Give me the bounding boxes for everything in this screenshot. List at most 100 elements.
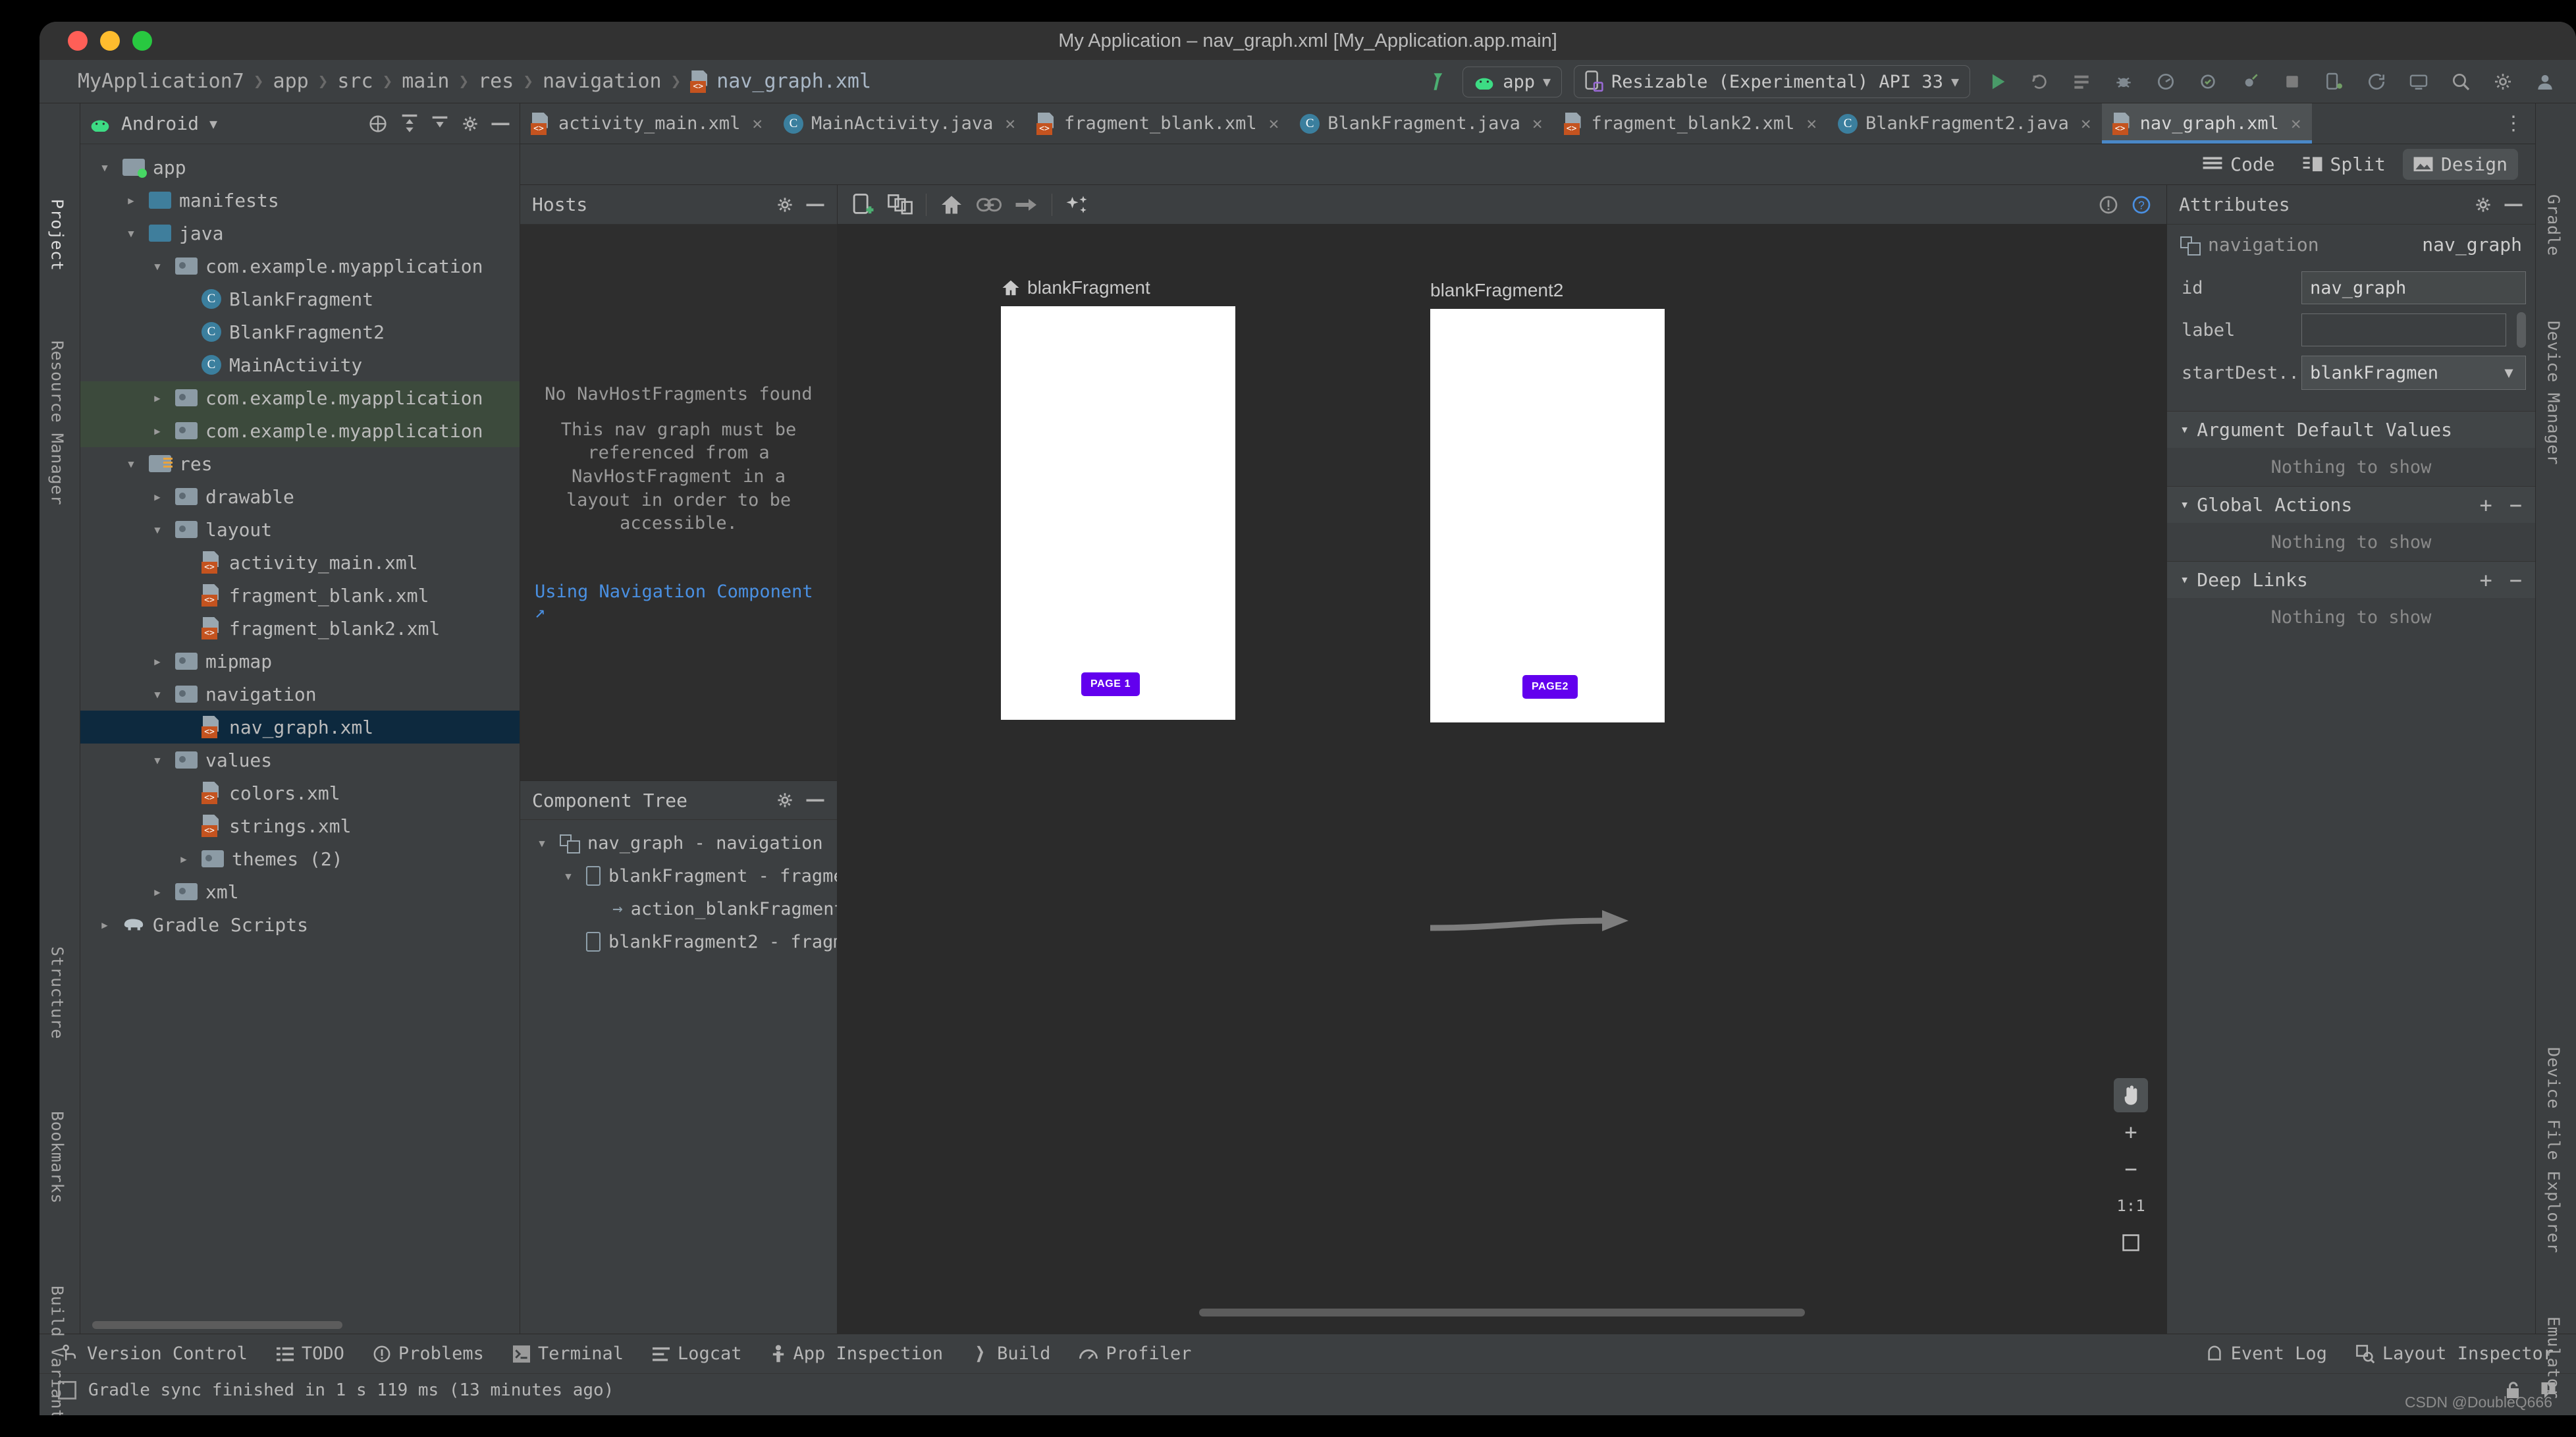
- nested-graph-icon[interactable]: [888, 194, 913, 216]
- view-mode-design[interactable]: Design: [2402, 149, 2518, 180]
- add-deep-link-button[interactable]: +: [2479, 568, 2492, 593]
- tree-row[interactable]: ▸ com.example.myapplication: [80, 414, 520, 447]
- tree-row[interactable]: C MainActivity: [80, 348, 520, 381]
- profile-icon[interactable]: [2151, 67, 2181, 97]
- tree-row[interactable]: <> fragment_blank.xml: [80, 579, 520, 612]
- chevron-right-icon[interactable]: ▸: [121, 191, 141, 209]
- tree-row[interactable]: ▸ themes (2): [80, 842, 520, 875]
- destination-preview[interactable]: PAGE2: [1430, 309, 1665, 722]
- chevron-right-icon[interactable]: ▸: [95, 915, 115, 934]
- tree-row[interactable]: ▾ navigation: [80, 678, 520, 711]
- editor-tab[interactable]: C BlankFragment.java ✕: [1289, 103, 1553, 144]
- tree-row[interactable]: <> activity_main.xml: [80, 546, 520, 579]
- auto-arrange-icon[interactable]: [1065, 194, 1089, 216]
- tree-row[interactable]: C BlankFragment: [80, 283, 520, 315]
- breadcrumb-item-2[interactable]: src: [337, 70, 373, 93]
- chevron-right-icon[interactable]: ▸: [148, 487, 167, 506]
- add-global-action-button[interactable]: +: [2479, 493, 2492, 518]
- destination-preview[interactable]: PAGE 1: [1001, 306, 1235, 720]
- hide-panel-icon[interactable]: [2504, 202, 2523, 208]
- close-icon[interactable]: ✕: [1269, 114, 1279, 134]
- tree-row[interactable]: ▾ java: [80, 217, 520, 250]
- sidebar-item-build-variants[interactable]: Build Variants: [40, 1249, 78, 1415]
- sync-gradle-icon[interactable]: [2361, 67, 2392, 97]
- tool-window-event-log[interactable]: Event Log: [2206, 1343, 2327, 1364]
- tree-row[interactable]: ▸ com.example.myapplication: [80, 381, 520, 414]
- tool-window-terminal[interactable]: Terminal: [512, 1343, 624, 1364]
- avd-manager-icon[interactable]: [2403, 67, 2434, 97]
- project-horizontal-scrollbar[interactable]: [80, 1316, 520, 1334]
- run-button[interactable]: [1982, 67, 2012, 97]
- chevron-down-icon[interactable]: ▾: [121, 454, 141, 473]
- apply-code-changes-icon[interactable]: [2066, 67, 2097, 97]
- editor-tabstrip[interactable]: <> activity_main.xml ✕ C MainActivity.java ✕ <…: [520, 103, 2535, 144]
- section-argument-default-values[interactable]: ▾ Argument Default Values: [2167, 411, 2535, 448]
- nav-graph-surface[interactable]: blankFragment PAGE 1 blankFragment2 PAGE…: [838, 225, 2166, 1334]
- tool-window-app-inspection[interactable]: App Inspection: [771, 1343, 943, 1364]
- destination-blankFragment[interactable]: blankFragment PAGE 1: [1001, 277, 1235, 720]
- run-config-selector[interactable]: app ▼: [1462, 66, 1563, 97]
- sidebar-item-project[interactable]: Project: [40, 166, 78, 304]
- chevron-down-icon[interactable]: ▾: [121, 224, 141, 242]
- chevron-right-icon[interactable]: ▸: [148, 882, 167, 901]
- tree-row[interactable]: ▸ manifests: [80, 184, 520, 217]
- tool-window-layout-inspector[interactable]: Layout Inspector: [2356, 1343, 2554, 1364]
- hide-panel-icon[interactable]: [805, 797, 825, 803]
- tree-row[interactable]: <> fragment_blank2.xml: [80, 612, 520, 645]
- destination-blankFragment2[interactable]: blankFragment2 PAGE2: [1430, 280, 1665, 722]
- sidebar-item-resource-manager[interactable]: Resource Manager: [40, 314, 78, 531]
- stop-button[interactable]: [2277, 67, 2307, 97]
- zoom-to-fit-button[interactable]: [2114, 1226, 2148, 1260]
- chevron-right-icon[interactable]: ▸: [148, 421, 167, 440]
- device-manager-icon[interactable]: [2319, 67, 2349, 97]
- home-icon[interactable]: [940, 194, 963, 216]
- tree-row[interactable]: <> colors.xml: [80, 776, 520, 809]
- component-tree[interactable]: ▾ nav_graph - navigation ▾ blankFragment - …: [520, 820, 837, 1334]
- design-canvas[interactable]: ? blankFragment PAGE 1 blankFragment2 PA…: [838, 185, 2166, 1334]
- chevron-down-icon[interactable]: ▾: [148, 685, 167, 703]
- chevron-right-icon[interactable]: ▸: [174, 850, 194, 868]
- component-tree-row[interactable]: ▾ blankFragment - fragment: [520, 859, 837, 892]
- gear-icon[interactable]: [2473, 195, 2493, 215]
- hide-panel-icon[interactable]: [491, 121, 510, 127]
- gear-icon[interactable]: [2488, 67, 2518, 97]
- breadcrumb-item-3[interactable]: main: [402, 70, 449, 93]
- inspect-code-icon[interactable]: [2193, 67, 2223, 97]
- chevron-down-icon[interactable]: ▾: [148, 751, 167, 769]
- view-mode-toggle[interactable]: Code Split Design: [520, 144, 2535, 185]
- tree-row[interactable]: <> strings.xml: [80, 809, 520, 842]
- chevron-down-icon[interactable]: ▾: [558, 867, 578, 885]
- view-mode-split[interactable]: Split: [2292, 149, 2396, 180]
- close-icon[interactable]: ✕: [1806, 114, 1817, 134]
- sidebar-item-device-manager[interactable]: Device Manager: [2533, 294, 2574, 492]
- chevron-right-icon[interactable]: ▸: [148, 389, 167, 407]
- section-deep-links[interactable]: ▾ Deep Links + −: [2167, 561, 2535, 598]
- tree-row[interactable]: ▸ Gradle Scripts: [80, 908, 520, 941]
- select-opened-file-icon[interactable]: [367, 113, 389, 135]
- tree-row[interactable]: ▾ res: [80, 447, 520, 480]
- editor-tab-active[interactable]: <> nav_graph.xml ✕: [2101, 103, 2312, 144]
- debug-icon[interactable]: [2108, 67, 2139, 97]
- new-destination-icon[interactable]: [852, 192, 874, 217]
- gear-icon[interactable]: [775, 790, 795, 810]
- component-tree-row[interactable]: → action_blankFragment.: [520, 892, 837, 925]
- apply-changes-icon[interactable]: [2024, 67, 2054, 97]
- chevron-down-icon[interactable]: ▾: [95, 158, 115, 176]
- help-icon[interactable]: ?: [2131, 194, 2152, 215]
- editor-tab[interactable]: <> activity_main.xml ✕: [520, 103, 773, 144]
- label-input[interactable]: [2301, 313, 2506, 346]
- tree-row[interactable]: ▾ values: [80, 744, 520, 776]
- chevron-down-icon[interactable]: ▾: [532, 834, 552, 852]
- deeplink-icon[interactable]: [977, 196, 1002, 214]
- start-destination-select[interactable]: blankFragmen ▼: [2301, 356, 2526, 390]
- pan-tool-button[interactable]: [2114, 1078, 2148, 1112]
- attach-debugger-icon[interactable]: [2235, 67, 2265, 97]
- tab-options-icon[interactable]: ⋮: [2492, 103, 2535, 144]
- tool-window-todo[interactable]: TODO: [276, 1343, 344, 1364]
- canvas-horizontal-scrollbar[interactable]: [838, 1309, 2166, 1316]
- editor-tab[interactable]: <> fragment_blank.xml ✕: [1026, 103, 1289, 144]
- editor-tab[interactable]: C BlankFragment2.java ✕: [1827, 103, 2102, 144]
- zoom-out-button[interactable]: −: [2114, 1152, 2148, 1186]
- gear-icon[interactable]: [460, 114, 480, 134]
- remove-global-action-button[interactable]: −: [2509, 493, 2522, 518]
